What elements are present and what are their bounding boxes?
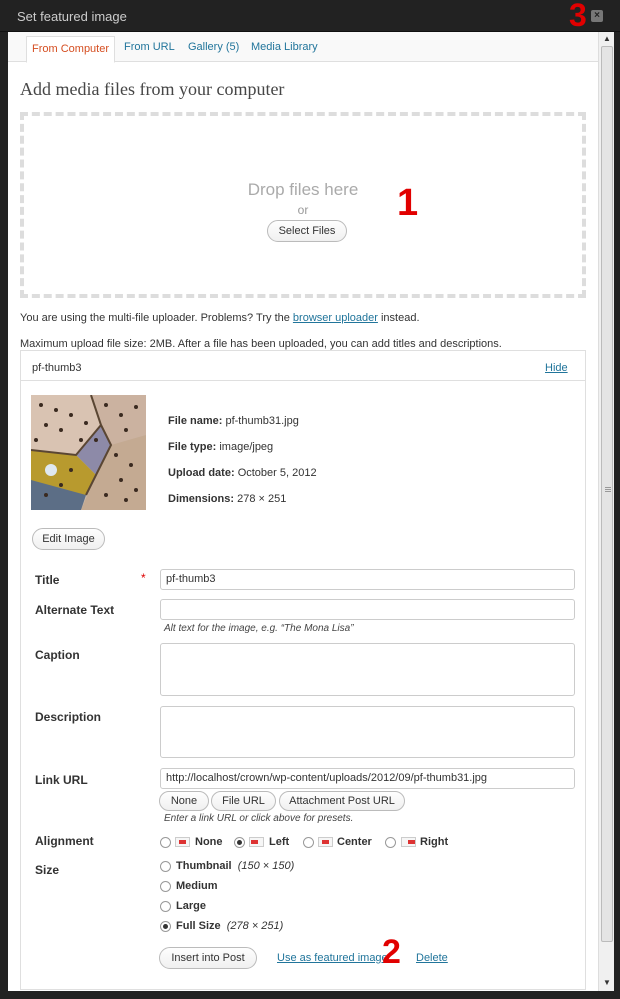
alignment-left-radio[interactable] — [234, 837, 245, 848]
tab-from-url[interactable]: From URL — [124, 41, 175, 53]
tab-bar: From Computer From URL Gallery (5) Media… — [8, 32, 598, 63]
align-right-icon — [401, 837, 416, 847]
annotation-marker-1: 1 — [397, 182, 419, 224]
media-item: pf-thumb3 Hide File name: pf-thumb31.jpg… — [20, 350, 586, 990]
size-thumbnail-dims: (150 × 150) — [237, 860, 295, 872]
alignment-label: Alignment — [35, 834, 94, 848]
alignment-none-radio[interactable] — [160, 837, 171, 848]
upload-date-value: October 5, 2012 — [237, 467, 317, 479]
modal-title: Set featured image — [17, 9, 127, 24]
scrollbar-thumb[interactable] — [601, 46, 613, 942]
delete-link[interactable]: Delete — [416, 952, 448, 964]
alt-text-label: Alternate Text — [35, 603, 115, 617]
or-text: or — [297, 203, 309, 217]
caption-label: Caption — [35, 648, 80, 662]
file-type-value: image/jpeg — [219, 441, 274, 453]
link-file-url-button[interactable]: File URL — [211, 791, 276, 811]
vertical-scrollbar[interactable]: ▲ ▼ — [598, 32, 614, 991]
alignment-left-label: Left — [269, 836, 290, 848]
align-none-icon — [175, 837, 190, 847]
align-left-icon — [249, 837, 264, 847]
use-as-featured-image-link[interactable]: Use as featured image — [277, 952, 388, 964]
alignment-none-label: None — [195, 836, 223, 848]
uploader-info-prefix: You are using the multi-file uploader. P… — [20, 312, 290, 324]
select-files-button[interactable]: Select Files — [267, 220, 347, 242]
tab-from-computer[interactable]: From Computer — [26, 36, 116, 63]
size-medium-radio[interactable] — [160, 881, 171, 892]
alignment-center-label: Center — [337, 836, 372, 848]
scroll-down-icon[interactable]: ▼ — [603, 978, 611, 987]
alt-text-input[interactable] — [160, 599, 575, 620]
alignment-right-label: Right — [420, 836, 449, 848]
title-input[interactable]: pf-thumb3 — [160, 569, 575, 590]
file-name-row: File name: pf-thumb31.jpg — [168, 415, 299, 427]
dimensions-row: Dimensions: 278 × 251 — [168, 493, 287, 505]
size-medium-label: Medium — [176, 880, 218, 892]
size-thumbnail-radio[interactable] — [160, 861, 171, 872]
link-url-input[interactable]: http://localhost/crown/wp-content/upload… — [160, 768, 575, 789]
media-item-name: pf-thumb3 — [32, 362, 82, 374]
uploader-info: You are using the multi-file uploader. P… — [20, 312, 420, 324]
link-url-label: Link URL — [35, 773, 88, 787]
modal-titlebar: Set featured image × — [0, 0, 620, 32]
drop-zone[interactable]: Drop files here or Select Files — [20, 112, 586, 298]
hide-link[interactable]: Hide — [545, 362, 568, 374]
size-large-radio[interactable] — [160, 901, 171, 912]
upload-heading: Add media files from your computer — [20, 79, 285, 99]
upload-date-row: Upload date: October 5, 2012 — [168, 467, 317, 479]
size-thumbnail-label: Thumbnail (150 × 150) — [176, 860, 295, 872]
close-icon[interactable]: × — [591, 10, 603, 22]
title-label: Title — [35, 573, 60, 587]
annotation-marker-2: 2 — [382, 933, 401, 971]
alt-text-hint: Alt text for the image, e.g. “The Mona L… — [164, 623, 354, 634]
edit-image-button[interactable]: Edit Image — [32, 528, 105, 550]
grip-icon — [605, 487, 611, 488]
insert-into-post-button[interactable]: Insert into Post — [159, 947, 257, 969]
file-type-row: File type: image/jpeg — [168, 441, 274, 453]
description-textarea[interactable] — [160, 706, 575, 758]
drop-files-text: Drop files here — [247, 180, 359, 199]
size-full-label: Full Size (278 × 251) — [176, 920, 284, 932]
file-name-value: pf-thumb31.jpg — [225, 415, 299, 427]
dimensions-value: 278 × 251 — [237, 493, 287, 505]
size-full-dims: (278 × 251) — [226, 920, 284, 932]
caption-textarea[interactable] — [160, 643, 575, 696]
modal-content: From Computer From URL Gallery (5) Media… — [8, 32, 598, 991]
media-modal: Set featured image × 3 From Computer Fro… — [0, 0, 620, 999]
align-center-icon — [318, 837, 333, 847]
tab-media-library[interactable]: Media Library — [251, 41, 318, 53]
size-large-label: Large — [176, 900, 206, 912]
description-label: Description — [35, 710, 102, 724]
size-full-radio[interactable] — [160, 921, 171, 932]
tab-gallery[interactable]: Gallery (5) — [188, 41, 239, 53]
link-none-button[interactable]: None — [159, 791, 209, 811]
required-marker: * — [141, 571, 146, 585]
image-thumbnail — [31, 395, 146, 510]
uploader-info-suffix: instead. — [380, 312, 420, 324]
link-url-hint: Enter a link URL or click above for pres… — [164, 813, 354, 824]
browser-uploader-link[interactable]: browser uploader — [293, 312, 378, 324]
alignment-right-radio[interactable] — [385, 837, 396, 848]
alignment-center-radio[interactable] — [303, 837, 314, 848]
link-attachment-post-url-button[interactable]: Attachment Post URL — [279, 791, 405, 811]
annotation-marker-3: 3 — [569, 0, 587, 33]
media-item-header: pf-thumb3 Hide — [21, 351, 585, 381]
size-label: Size — [35, 863, 60, 877]
max-upload-size-text: Maximum upload file size: 2MB. After a f… — [20, 338, 502, 350]
scroll-up-icon[interactable]: ▲ — [603, 34, 611, 43]
